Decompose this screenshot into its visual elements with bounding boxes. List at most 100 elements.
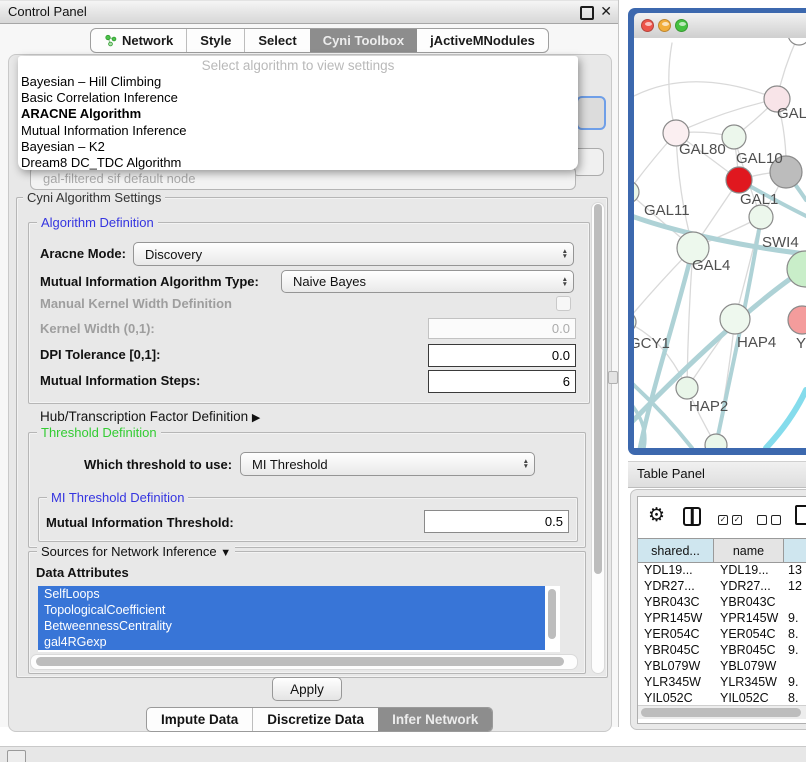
algorithm-option[interactable]: Basic Correlation Inference	[18, 90, 578, 106]
node-label-gal: GAL	[777, 105, 806, 122]
dpi-tolerance-label: DPI Tolerance [0,1]:	[40, 347, 160, 362]
node-label-gal80: GAL80	[679, 141, 726, 158]
table-header: shared... name A	[638, 538, 806, 563]
settings-scrollbar-thumb[interactable]	[594, 204, 602, 574]
settings-group-title: Cyni Algorithm Settings	[23, 190, 165, 205]
tab-infer-network[interactable]: Infer Network	[378, 708, 492, 731]
close-traffic-light[interactable]	[641, 19, 654, 32]
tab-impute-data[interactable]: Impute Data	[147, 708, 252, 731]
unchecked-pair-icon[interactable]	[757, 511, 785, 529]
tab-network[interactable]: Network	[91, 29, 186, 52]
mi-type-label: Mutual Information Algorithm Type:	[40, 274, 259, 289]
table-row[interactable]: YIL052CYIL052C8.	[638, 690, 806, 704]
status-strip	[0, 746, 806, 762]
checked-pair-icon[interactable]: ✓✓	[718, 511, 746, 529]
sources-group-title: Sources for Network Inference ▼	[37, 544, 235, 559]
combo-arrows-icon: ▲▼	[523, 459, 529, 469]
algorithm-definition-title: Algorithm Definition	[37, 215, 158, 230]
mi-threshold-field[interactable]	[424, 510, 569, 533]
collapse-down-icon[interactable]: ▼	[220, 547, 231, 559]
mi-type-value: Naive Bayes	[293, 274, 366, 289]
tab-infer-network-label: Infer Network	[392, 712, 478, 727]
algorithm-option[interactable]: Bayesian – K2	[18, 139, 578, 155]
tab-jactivemnodules[interactable]: jActiveMNodules	[417, 29, 548, 52]
table-row[interactable]: YBL079WYBL079W	[638, 658, 806, 674]
table-row[interactable]: YBR043CYBR043C	[638, 594, 806, 610]
node-label-y: Y	[796, 335, 806, 352]
attribute-item[interactable]: gal4RGexp	[38, 634, 545, 650]
data-attributes-label: Data Attributes	[36, 565, 129, 580]
tab-select[interactable]: Select	[244, 29, 309, 52]
column-header-name[interactable]: name	[714, 539, 784, 562]
threshold-definition-title: Threshold Definition	[37, 425, 161, 440]
control-panel-title: Control Panel	[8, 4, 87, 19]
columns-icon[interactable]	[683, 507, 701, 526]
attribute-list-scrollbar[interactable]	[546, 588, 558, 650]
apply-button[interactable]: Apply	[272, 677, 342, 701]
aracne-mode-combo[interactable]: Discovery ▲▼	[133, 242, 574, 266]
manual-kernel-label: Manual Kernel Width Definition	[40, 296, 232, 311]
tab-cyni-toolbox[interactable]: Cyni Toolbox	[310, 29, 417, 52]
mi-steps-field[interactable]	[428, 370, 576, 393]
attribute-item[interactable]: BetweennessCentrality	[38, 618, 545, 634]
settings-scrollbar[interactable]	[591, 202, 605, 674]
minimize-traffic-light[interactable]	[658, 19, 671, 32]
gear-icon[interactable]: ⚙	[648, 504, 665, 527]
mi-type-combo[interactable]: Naive Bayes ▲▼	[281, 270, 574, 293]
table-row[interactable]: YPR145WYPR145W9.	[638, 610, 806, 626]
zoom-traffic-light[interactable]	[675, 19, 688, 32]
kernel-width-field[interactable]	[428, 318, 576, 339]
node-label-swi4: SWI4	[762, 234, 799, 251]
hub-definition-label: Hub/Transcription Factor Definition	[40, 409, 248, 424]
attribute-item[interactable]: SelfLoops	[38, 586, 545, 602]
which-threshold-combo[interactable]: MI Threshold ▲▼	[240, 452, 535, 476]
node-label-gal10: GAL10	[736, 150, 783, 167]
control-panel-tabbar: Network Style Select Cyni Toolbox jActiv…	[90, 28, 549, 53]
algorithm-dropdown-placeholder: Select algorithm to view settings	[18, 58, 578, 74]
data-attributes-list: SelfLoops TopologicalCoefficient Between…	[38, 586, 560, 652]
file-icon[interactable]	[795, 505, 806, 525]
table-row[interactable]: YER054CYER054C8.	[638, 626, 806, 642]
table-row[interactable]: YBR045CYBR045C9.	[638, 642, 806, 658]
table-body: YDL19...YDL19...13 YDR27...YDR27...12 YB…	[638, 562, 806, 704]
combo-arrows-icon: ▲▼	[562, 277, 568, 287]
algorithm-option-selected[interactable]: ARACNE Algorithm	[18, 106, 578, 122]
manual-kernel-checkbox[interactable]	[556, 296, 571, 311]
node-label-hap2: HAP2	[689, 398, 728, 415]
attribute-list-hscrollbar-thumb[interactable]	[36, 657, 564, 666]
network-canvas[interactable]: GALGAL80GAL10GAL1GAL11SWI4GAL4GCY1HAP4YH…	[634, 38, 806, 448]
tab-discretize-data[interactable]: Discretize Data	[252, 708, 378, 731]
table-row[interactable]: YDR27...YDR27...12	[638, 578, 806, 594]
table-row[interactable]: YLR345WYLR345W9.	[638, 674, 806, 690]
table-panel-titlebar: Table Panel	[628, 461, 806, 488]
dpi-tolerance-field[interactable]	[428, 344, 576, 367]
hub-definition-toggle[interactable]: Hub/Transcription Factor Definition ▶	[40, 409, 260, 424]
bottom-tabbar: Impute Data Discretize Data Infer Networ…	[146, 707, 493, 732]
column-header-partial[interactable]: A	[784, 539, 806, 562]
splitter-handle[interactable]	[608, 371, 618, 384]
algorithm-option[interactable]: Mutual Information Inference	[18, 123, 578, 139]
tab-style[interactable]: Style	[186, 29, 244, 52]
table-hscrollbar-thumb[interactable]	[641, 708, 801, 717]
expand-right-icon[interactable]: ▶	[252, 412, 260, 424]
node-label-gal1: GAL1	[740, 191, 778, 208]
which-threshold-label: Which threshold to use:	[84, 457, 232, 472]
network-icon	[104, 34, 117, 47]
table-row[interactable]: YDL19...YDL19...13	[638, 562, 806, 578]
aracne-mode-label: Aracne Mode:	[40, 246, 126, 261]
column-header-shared-name[interactable]: shared...	[638, 539, 714, 562]
attribute-list-hscrollbar[interactable]	[30, 654, 578, 670]
aracne-mode-value: Discovery	[145, 247, 202, 262]
dock-panel-button[interactable]	[7, 750, 26, 762]
algorithm-option[interactable]: Bayesian – Hill Climbing	[18, 74, 578, 90]
table-panel-inner: ⚙ ✓✓ shared... name A YDL19...YDL19...13…	[637, 496, 806, 724]
control-panel-titlebar: Control Panel ✕	[0, 0, 618, 24]
float-window-icon[interactable]	[580, 6, 594, 20]
tab-discretize-data-label: Discretize Data	[267, 712, 364, 727]
algorithm-option[interactable]: Dream8 DC_TDC Algorithm	[18, 155, 578, 171]
tab-cyni-toolbox-label: Cyni Toolbox	[323, 33, 404, 48]
close-icon[interactable]: ✕	[600, 3, 612, 20]
attribute-list-scrollbar-thumb[interactable]	[548, 589, 556, 639]
attribute-item[interactable]: TopologicalCoefficient	[38, 602, 545, 618]
table-hscrollbar[interactable]	[638, 705, 806, 719]
